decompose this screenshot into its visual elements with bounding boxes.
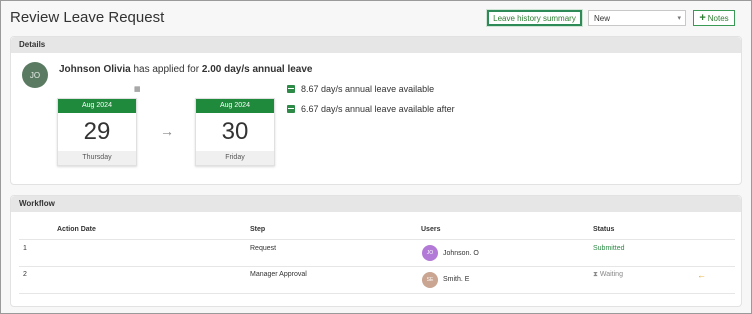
end-weekday: Friday	[196, 151, 274, 165]
notes-button-label: Notes	[707, 13, 729, 23]
column-action-date: Action Date	[57, 226, 96, 233]
applied-text: has applied for	[133, 64, 200, 75]
row-step: Request	[250, 245, 277, 252]
row-status: Waiting	[599, 271, 623, 278]
chevron-down-icon: ▾	[677, 15, 681, 22]
row-number: 1	[23, 245, 27, 252]
calendar-icon	[287, 85, 295, 93]
arrow-right-icon: →	[160, 123, 174, 139]
leave-available-text: 8.67 day/s annual leave available	[301, 84, 435, 94]
column-step: Step	[250, 226, 266, 233]
row-status-waiting: ⧗ Waiting	[593, 271, 623, 279]
column-users: Users	[421, 226, 441, 233]
workflow-panel: Workflow Action Date Step Users Status 1…	[10, 195, 742, 307]
leave-history-summary-button[interactable]: Leave history summary	[487, 10, 582, 26]
row-step: Manager Approval	[250, 271, 307, 278]
applicant-name: Johnson Olivia	[59, 64, 131, 75]
review-leave-request-page: Review Leave Request Leave history summa…	[0, 0, 752, 314]
row-user: Smith. E	[443, 276, 470, 283]
leave-available-after-text: 6.67 day/s annual leave available after	[301, 104, 455, 114]
calendar-icon	[287, 105, 295, 113]
arrow-left-icon: ←	[697, 270, 706, 280]
page-title: Review Leave Request	[10, 9, 165, 26]
leave-available-after: 6.67 day/s annual leave available after	[287, 104, 455, 114]
status-select[interactable]: New ▾	[588, 10, 686, 26]
column-status: Status	[593, 226, 615, 233]
avatar: JO	[22, 62, 48, 88]
end-day: 30	[221, 118, 249, 145]
start-date-card: Aug 2024 29 Thursday	[57, 98, 137, 166]
leave-amount: 2.00 day/s annual leave	[201, 64, 313, 75]
status-select-value: New	[594, 13, 611, 23]
row-user: Johnson. O	[443, 250, 479, 257]
details-panel: Details JO Johnson Olivia has applied fo…	[10, 36, 742, 185]
applicant-summary: Johnson Olivia has applied for 2.00 day/…	[59, 64, 312, 75]
start-weekday: Thursday	[58, 151, 136, 165]
plus-icon: +	[699, 12, 706, 24]
avatar: SE	[422, 272, 438, 288]
row-status: Submitted	[593, 245, 625, 252]
end-date-card: Aug 2024 30 Friday	[195, 98, 275, 166]
hourglass-icon: ⧗	[593, 271, 598, 278]
start-month: Aug 2024	[58, 99, 136, 113]
details-header: Details	[11, 37, 741, 53]
notes-button[interactable]: + Notes	[693, 10, 735, 26]
row-divider	[19, 239, 735, 240]
start-day: 29	[83, 118, 111, 145]
leave-available: 8.67 day/s annual leave available	[287, 84, 434, 94]
avatar: JO	[422, 245, 438, 261]
row-divider	[19, 293, 735, 294]
end-month: Aug 2024	[196, 99, 274, 113]
workflow-header: Workflow	[11, 196, 741, 212]
calendar-icon: ▦	[134, 86, 141, 93]
row-number: 2	[23, 271, 27, 278]
row-divider	[19, 266, 735, 267]
